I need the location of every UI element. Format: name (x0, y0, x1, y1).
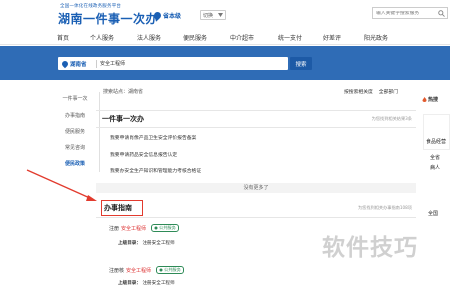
dot-icon (159, 268, 163, 272)
parent-dir-label: 上级目录： (118, 241, 141, 246)
search-banner: 湖南省 安全工程师 搜索 (0, 46, 450, 80)
hot-item[interactable]: 全国 (428, 210, 438, 217)
banner-search-button[interactable]: 搜索 (290, 57, 312, 70)
section-two-header: 为您找到相关办事指南108项 (96, 205, 416, 213)
hot-item[interactable]: 病人 (430, 164, 440, 171)
chevron-down-icon (218, 13, 223, 17)
sort-relevance-toggle[interactable]: 按搜索相关度 (344, 88, 373, 95)
service-type-badge: 公共服务 (156, 266, 184, 274)
divider (96, 110, 416, 111)
menu-item-convenience[interactable]: 便民服务 (52, 128, 98, 135)
nav-corporate-services[interactable]: 法人服务 (137, 33, 161, 42)
divider (96, 217, 416, 218)
nav-unified-payment[interactable]: 统一支付 (278, 33, 302, 42)
service-name-prefix: 注册 (109, 225, 120, 232)
divider (96, 127, 416, 128)
result-link[interactable]: 我要申请药品安全信息报告认定 (110, 151, 177, 158)
service-type-badge: 公共服务 (151, 224, 179, 232)
menu-item-faq[interactable]: 常见咨询 (52, 144, 98, 151)
site-logo[interactable]: 湖南一件事一次办 (58, 10, 158, 27)
logo-subtitle: 全国一体化在线政务服务平台 (60, 4, 122, 9)
service-link[interactable]: 注册 安全工程师 公共服务 (109, 224, 179, 232)
nav-agency-market[interactable]: 中介超市 (230, 33, 254, 42)
divider (99, 92, 100, 172)
region-switch-select[interactable]: 切换 (200, 10, 226, 20)
location-pin-icon (152, 10, 163, 21)
service-parent-dir: 上级目录： 注册安全工程师 (118, 280, 175, 286)
breadcrumb: 搜索站点：湖南省 (103, 89, 144, 95)
location-pin-icon (60, 59, 70, 68)
menu-item-guide[interactable]: 办事指南 (52, 112, 98, 119)
parent-dir-label: 上级目录： (118, 281, 141, 286)
section-one-header: 一件事一次办 为您找到相关结果3条 (96, 112, 416, 126)
parent-dir-value[interactable]: 注册安全工程师 (142, 281, 174, 286)
service-parent-dir: 上级目录： 注册安全工程师 (118, 240, 175, 246)
no-more-results: 没有更多了 (96, 183, 416, 193)
main-nav: 首页 个人服务 法人服务 便民服务 中介超市 统一支付 好差评 阳光政务 (0, 30, 450, 45)
nav-open-government[interactable]: 阳光政务 (364, 33, 388, 42)
hot-item[interactable]: 食品经营 (426, 138, 446, 145)
nav-convenience-services[interactable]: 便民服务 (183, 33, 207, 42)
department-filter[interactable]: 全部部门 (379, 88, 398, 95)
banner-region-label: 湖南省 (70, 61, 87, 68)
menu-item-policy[interactable]: 便民政策 (52, 160, 98, 167)
service-name-highlight: 安全工程师 (121, 225, 147, 232)
search-icon[interactable] (437, 9, 445, 17)
top-bar: 全国一体化在线政务服务平台 湖南一件事一次办 省本级 切换 (0, 0, 450, 30)
region-switch-label: 切换 (203, 12, 214, 19)
level-label: 省本级 (163, 13, 182, 20)
service-link[interactable]: 注册核 安全工程师 公共服务 (109, 266, 184, 274)
nav-home[interactable]: 首页 (57, 33, 69, 42)
dot-icon (154, 226, 158, 230)
result-link[interactable]: 我要申请肖像产品卫生安全评价报告备案 (110, 134, 196, 141)
level-badge[interactable]: 省本级 (152, 10, 182, 21)
hot-search-title: 热搜 (422, 96, 438, 103)
top-search-box[interactable] (372, 7, 448, 19)
watermark-text: 软件技巧 (322, 235, 418, 261)
nav-feedback[interactable]: 好差评 (323, 33, 341, 42)
banner-search-query[interactable]: 安全工程师 (100, 60, 125, 67)
results-header: 搜索站点：湖南省 按搜索相关度 全部部门 (103, 86, 415, 98)
service-name-highlight: 安全工程师 (126, 267, 152, 274)
banner-region[interactable]: 湖南省 (58, 59, 96, 68)
section-title: 一件事一次办 (102, 115, 144, 123)
result-link[interactable]: 我要办安全生产知识和管理能力考核合格证 (110, 167, 201, 174)
menu-item-one-thing[interactable]: 一件事一次 (52, 95, 98, 102)
nav-personal-services[interactable]: 个人服务 (90, 33, 114, 42)
parent-dir-value[interactable]: 注册安全工程师 (142, 241, 174, 246)
service-name-prefix: 注册核 (109, 267, 125, 274)
result-count: 为您找到相关办事指南108项 (357, 205, 412, 210)
fire-icon (422, 97, 427, 102)
top-search-input[interactable] (373, 10, 437, 16)
hot-search-panel: 热搜 食品经营 全省 病人 全国 (420, 92, 450, 290)
hot-item[interactable]: 全省 (430, 154, 440, 161)
divider (96, 59, 97, 68)
banner-search-field[interactable]: 湖南省 安全工程师 (58, 57, 288, 70)
sort-controls: 按搜索相关度 全部部门 (344, 88, 398, 95)
result-count: 为您找到相关结果3条 (371, 116, 412, 121)
